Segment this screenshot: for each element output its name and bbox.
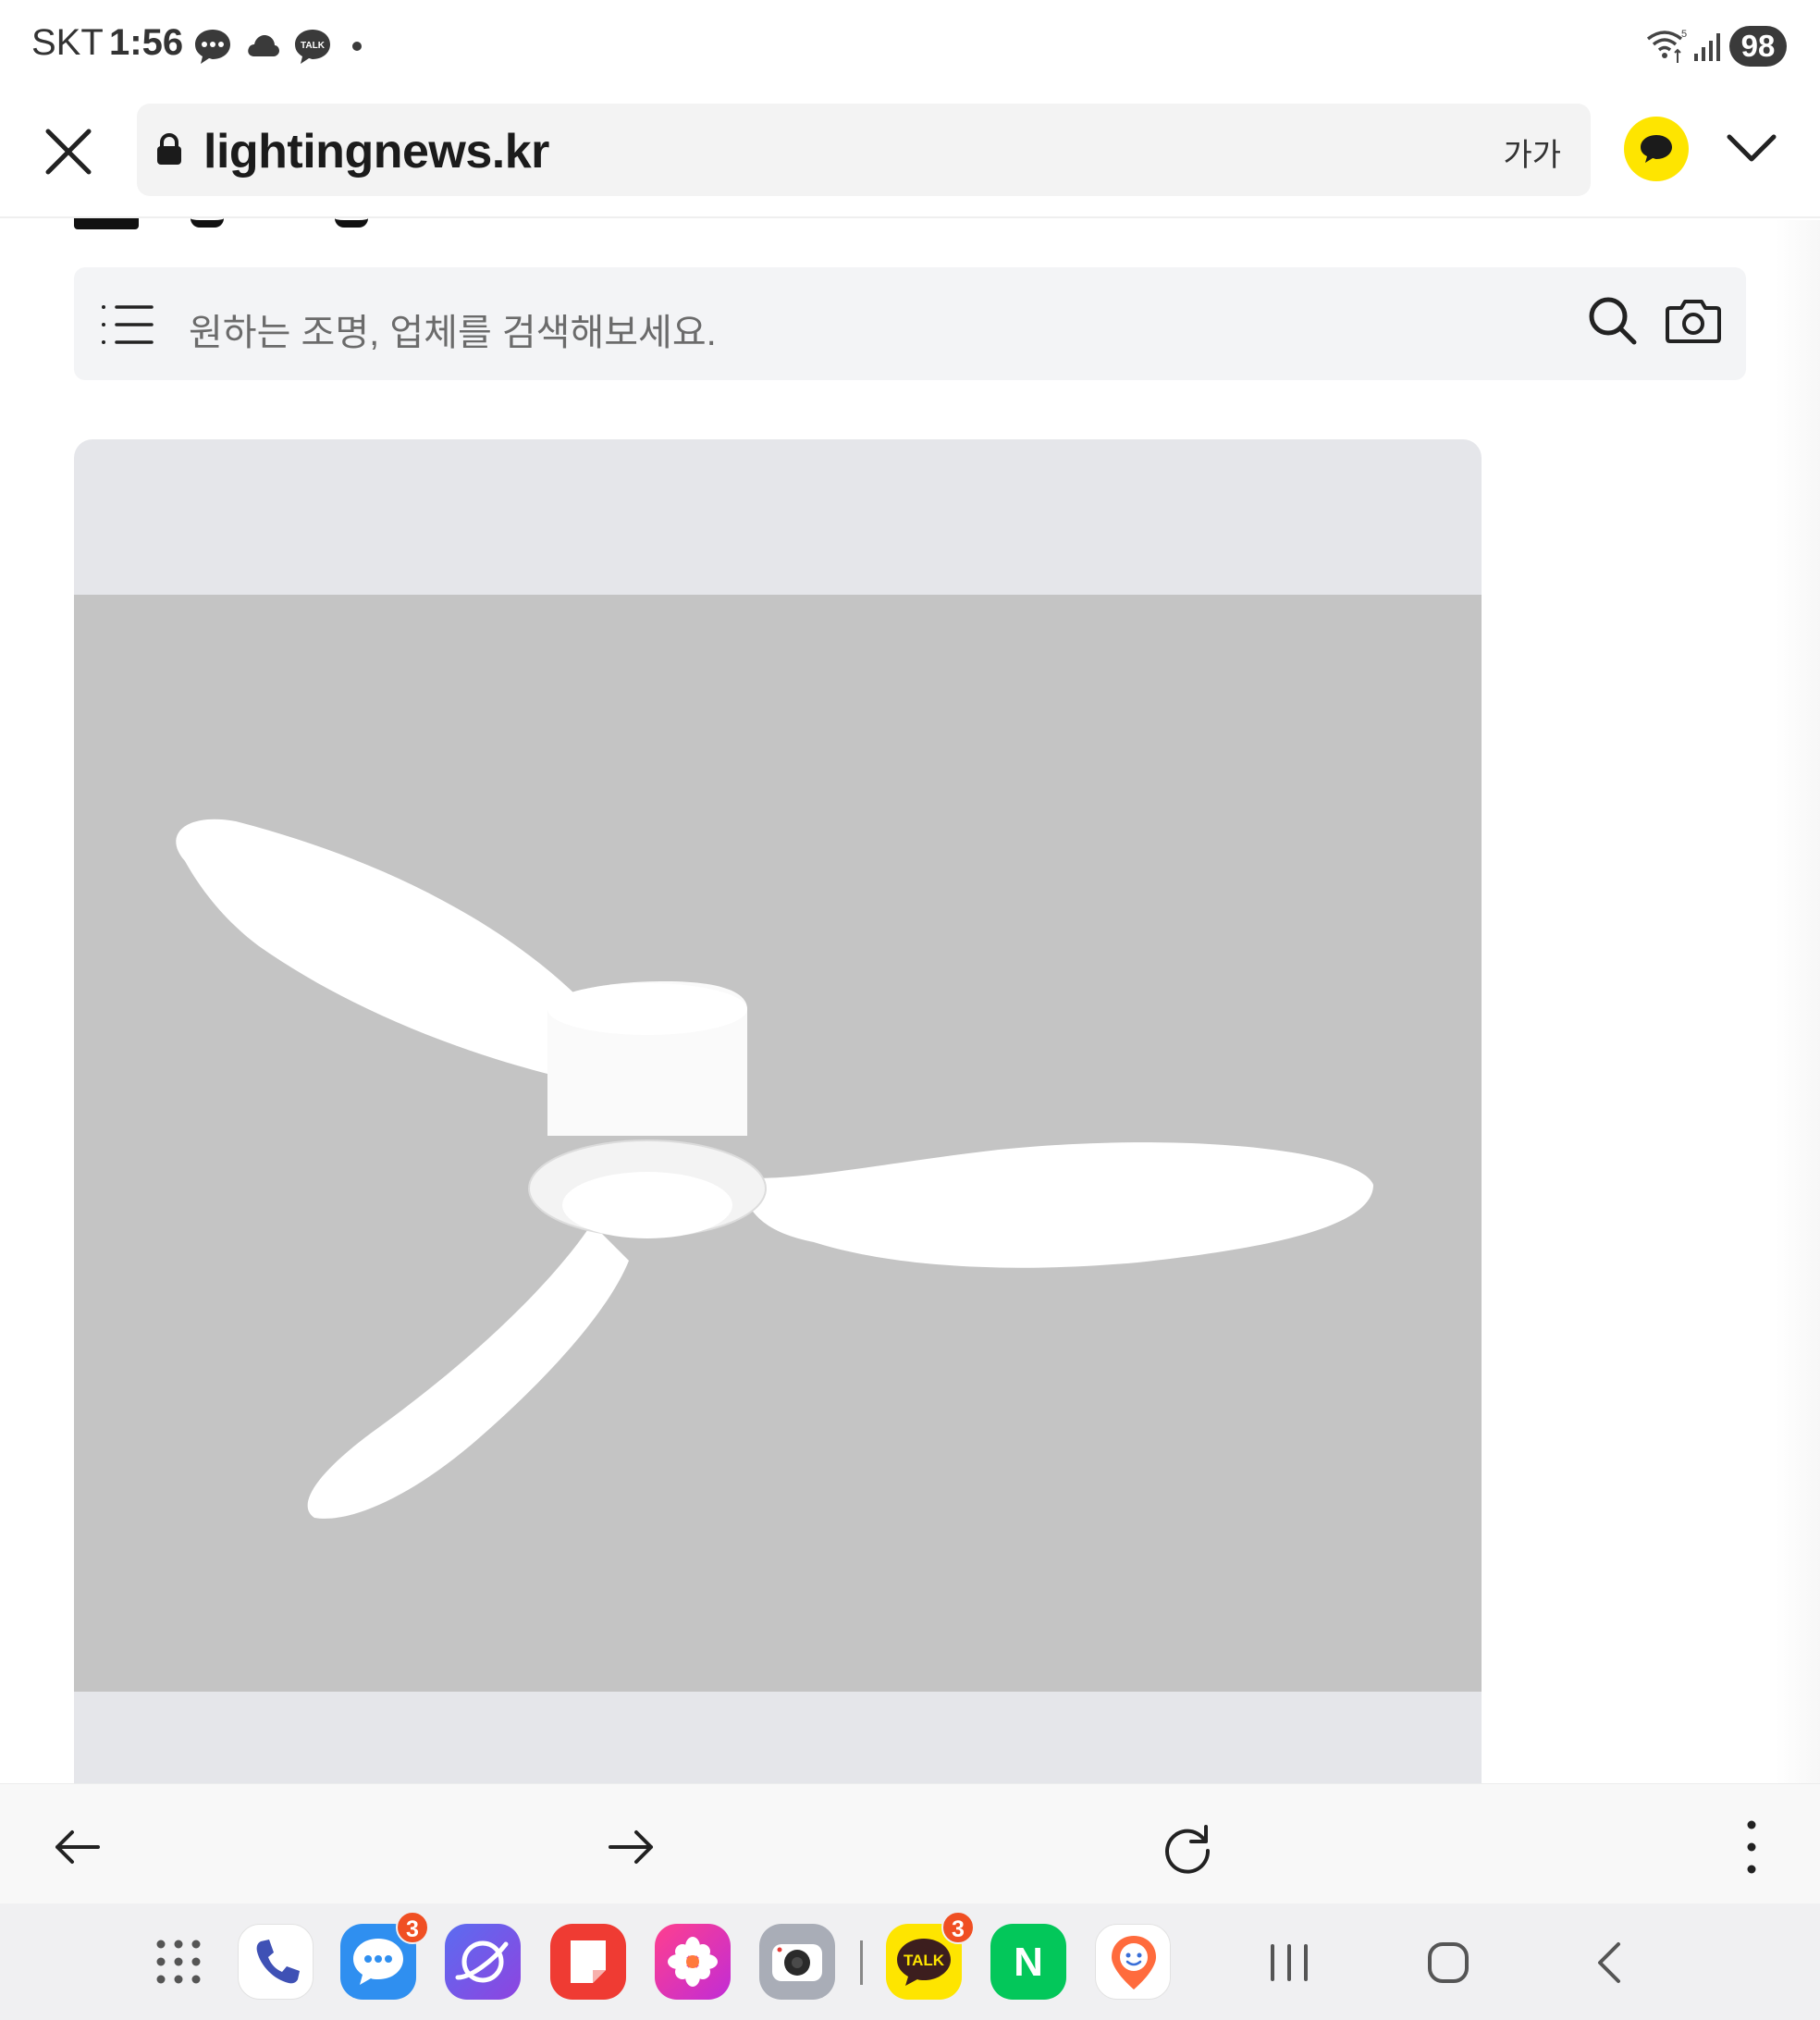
battery-indicator: 98 — [1729, 26, 1787, 67]
app-dock: 3 TALK 3 N — [0, 1903, 1820, 2020]
recent-apps-icon[interactable] — [1261, 1939, 1317, 1987]
url-text[interactable]: lightingnews.kr — [203, 124, 549, 179]
browser-bottom-nav — [0, 1783, 1820, 1903]
kakao-chat-button[interactable] — [1624, 117, 1689, 181]
signal-icon — [1694, 33, 1720, 61]
kakao-chat-icon — [1641, 135, 1672, 163]
kakaotalk-badge: 3 — [941, 1911, 975, 1944]
camera-app-icon — [772, 1944, 822, 1981]
address-bar[interactable]: lightingnews.kr 가가 — [137, 104, 1591, 196]
wifi-icon: 5 — [1646, 29, 1687, 63]
product-card[interactable] — [74, 439, 1482, 1784]
chevron-down-icon[interactable] — [1724, 126, 1779, 172]
naver-app[interactable]: N — [990, 1924, 1066, 2000]
phone-icon — [256, 1940, 300, 1984]
home-icon[interactable] — [1420, 1939, 1476, 1987]
forward-arrow-icon[interactable] — [603, 1819, 658, 1875]
cloud-icon — [248, 35, 279, 56]
naver-icon: N — [1014, 1940, 1043, 1985]
kakaotalk-label: TALK — [904, 1952, 945, 1969]
messages-badge: 3 — [396, 1911, 429, 1944]
carrier-label: SKT — [31, 22, 104, 63]
back-arrow-icon[interactable] — [50, 1819, 105, 1875]
internet-icon — [455, 1940, 509, 1983]
clock: 1:56 — [109, 22, 184, 63]
kakaotalk-app[interactable]: TALK 3 — [886, 1911, 975, 2000]
internet-app[interactable] — [445, 1924, 521, 2000]
ceiling-fan-illustration — [176, 819, 1373, 1519]
browser-toolbar: lightingnews.kr 가가 — [0, 96, 1820, 218]
gallery-icon — [668, 1937, 718, 1987]
menu-icon[interactable] — [100, 302, 155, 347]
text-size-button[interactable]: 가가 — [1503, 129, 1561, 175]
notes-app[interactable] — [550, 1924, 626, 2000]
product-image[interactable] — [74, 595, 1482, 1692]
close-icon[interactable] — [41, 124, 96, 179]
dock-divider — [860, 1940, 863, 1985]
search-input[interactable]: 원하는 조명, 업체를 검색해보세요. — [189, 302, 717, 356]
status-bar: SKT 1:56 TALK 5 98 — [0, 0, 1820, 96]
camera-app[interactable] — [759, 1924, 835, 2000]
map-pin-icon — [1112, 1936, 1156, 1989]
site-search-bar[interactable]: 원하는 조명, 업체를 검색해보세요. — [74, 267, 1746, 380]
search-icon[interactable] — [1587, 295, 1639, 347]
kakaotalk-icon: TALK — [295, 30, 330, 64]
svg-text:5: 5 — [1681, 29, 1687, 40]
app-drawer-icon[interactable] — [141, 1924, 216, 2000]
phone-app[interactable] — [238, 1924, 314, 2000]
messages-app[interactable]: 3 — [340, 1911, 429, 2000]
site-logo-fragment — [191, 218, 224, 228]
back-icon[interactable] — [1583, 1939, 1639, 1987]
site-logo-fragment — [335, 218, 368, 228]
more-options-icon[interactable] — [1724, 1819, 1779, 1875]
dot-icon — [352, 42, 362, 51]
message-icon — [195, 30, 230, 64]
refresh-icon[interactable] — [1160, 1819, 1215, 1875]
svg-text:TALK: TALK — [301, 41, 326, 51]
naver-label: N — [1014, 1940, 1043, 1985]
site-logo-fragment[interactable] — [74, 218, 139, 229]
map-app[interactable] — [1095, 1924, 1171, 2000]
lock-icon — [157, 133, 181, 165]
scroll-edge — [1776, 220, 1820, 1783]
gallery-app[interactable] — [655, 1924, 731, 2000]
notes-icon — [571, 1940, 606, 1983]
camera-icon[interactable] — [1665, 297, 1722, 345]
